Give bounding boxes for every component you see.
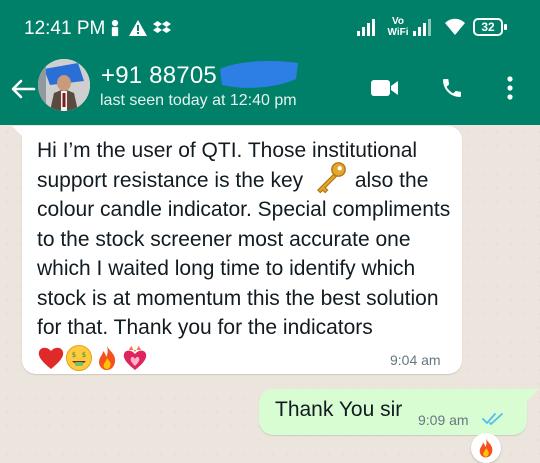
- outgoing-bubble-tail: [527, 389, 539, 401]
- wifi-icon: [445, 18, 465, 35]
- status-time: 12:41 PM: [24, 18, 106, 39]
- double-check-read-icon: [482, 413, 503, 426]
- video-camera-icon: [371, 80, 398, 96]
- signal-icon-2: [413, 19, 431, 36]
- contact-name[interactable]: +91 88705: [101, 62, 217, 90]
- last-seen-status: last seen today at 12:40 pm: [100, 92, 297, 109]
- phone-icon: [443, 79, 461, 97]
- kebab-menu-icon: [507, 76, 513, 100]
- fire-emoji: [99, 345, 116, 370]
- outgoing-message-time: 9:09 am: [418, 412, 469, 428]
- voice-call-button[interactable]: [432, 70, 472, 106]
- battery-tip: [504, 24, 507, 30]
- avatar-photo: [38, 59, 90, 111]
- fire-reaction-icon: [479, 438, 493, 458]
- wifi-calling-label: Vo WiFi: [387, 16, 409, 38]
- svg-text:$: $: [82, 351, 86, 359]
- svg-text:$: $: [72, 351, 76, 359]
- heart-on-fire-emoji: [123, 345, 147, 370]
- battery-indicator: 32: [473, 18, 503, 36]
- message-reaction[interactable]: [471, 433, 501, 463]
- warning-icon: [129, 20, 147, 36]
- money-mouth-face-emoji: $ $: [66, 344, 92, 371]
- video-call-button[interactable]: [365, 70, 405, 106]
- red-heart-emoji: [38, 347, 64, 369]
- more-options-button[interactable]: [490, 70, 530, 106]
- battery-level: 32: [481, 20, 495, 34]
- incoming-message-time: 9:04 am: [390, 352, 441, 368]
- emoji-group: $ $: [37, 344, 149, 371]
- incoming-message-text: Hi I’m the user of QTI. Those institutio…: [37, 136, 452, 372]
- back-arrow-icon[interactable]: [8, 74, 38, 104]
- key-emoji: [316, 162, 346, 194]
- outgoing-message-text: Thank You sir: [275, 398, 403, 421]
- contact-avatar[interactable]: [38, 59, 90, 111]
- redaction-scribble: [220, 61, 298, 88]
- signal-icon: [357, 19, 375, 36]
- dropbox-icon: [153, 21, 171, 33]
- incoming-message-text-part2: also the colour candle indicator. Specia…: [37, 168, 451, 340]
- person-icon: [111, 19, 119, 37]
